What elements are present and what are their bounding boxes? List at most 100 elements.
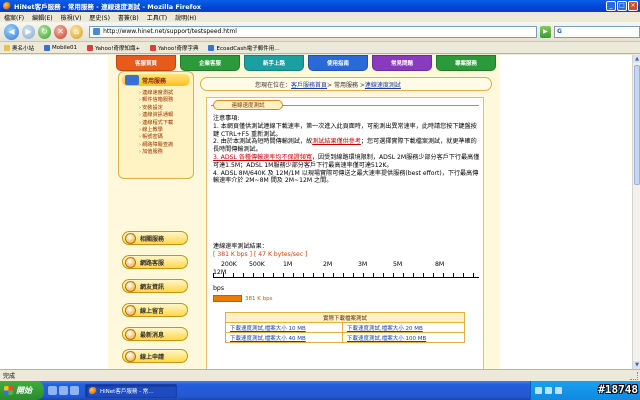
scroll-down-icon[interactable]: ▼ — [633, 361, 640, 369]
forward-icon[interactable]: ▶ — [21, 24, 35, 39]
yahoo-icon — [87, 44, 94, 51]
scale-label: 200K — [221, 261, 237, 268]
scale-tick — [463, 273, 464, 278]
download-link-20mb[interactable]: 下載速度測試,檔案大小 20 MB — [341, 322, 466, 333]
vertical-scrollbar[interactable]: ▲ ▼ — [632, 55, 640, 369]
address-bar[interactable]: http://www.hinet.net/support/testspeed.h… — [89, 25, 537, 38]
note-1: 1. 本網頁僅供測試連線下載速率，第一次進入此頁面時，可能測出異常速率，此時請您… — [213, 122, 477, 138]
bookmark-item[interactable]: Yahoo!奇摩字典 — [150, 44, 198, 52]
quicklaunch-icon[interactable] — [48, 386, 57, 395]
sidebar-button[interactable]: 線上申請 — [122, 349, 188, 363]
top-tab[interactable]: 新手上路 — [244, 55, 304, 71]
yahoo-icon — [150, 44, 157, 51]
top-tab[interactable]: 專案服務 — [436, 55, 496, 71]
breadcrumb-current-link[interactable]: 連線速度測試 — [365, 80, 401, 89]
tray-icon[interactable] — [545, 387, 552, 394]
google-icon: G — [556, 28, 562, 35]
tray-icon[interactable] — [535, 387, 542, 394]
sidebar-button[interactable]: 最新消息 — [122, 327, 188, 341]
stop-icon[interactable]: ✕ — [54, 24, 68, 39]
bookmark-label: Yahoo!奇摩字典 — [158, 45, 199, 52]
menu-file[interactable]: 檔案(F) — [4, 13, 24, 22]
menu-bar: 檔案(F) 編輯(E) 檢視(V) 歷史(S) 書簽(B) 工具(T) 說明(H… — [0, 12, 640, 22]
site-icon — [44, 44, 51, 51]
menu-history[interactable]: 歷史(S) — [89, 13, 110, 22]
back-icon[interactable]: ◀ — [4, 23, 19, 40]
sidebar-item-notice[interactable]: 連線資訊通報 — [139, 112, 193, 119]
sidebar-button[interactable]: 網路客服 — [122, 255, 188, 269]
scale-tick — [223, 273, 224, 278]
sidebar-button-label: 最新消息 — [140, 331, 165, 339]
top-tab[interactable]: 常見問題 — [372, 55, 432, 71]
sidebar-button[interactable]: 線上留言 — [122, 303, 188, 317]
home-icon[interactable]: ⌂ — [70, 24, 84, 39]
scroll-thumb[interactable] — [634, 65, 640, 185]
result-label: 連線速率測試結果： — [213, 243, 268, 250]
speed-bar — [213, 295, 242, 302]
go-button[interactable]: ▶ — [539, 25, 551, 38]
scale-label: 2M — [323, 261, 333, 268]
sidebar-item-download[interactable]: 連線程式下載 — [139, 120, 193, 127]
window-controls: _ □ × — [606, 1, 638, 11]
menu-bookmarks[interactable]: 書簽(B) — [118, 13, 139, 22]
note-2-link[interactable]: 測試結果僅供參考 — [312, 138, 361, 145]
breadcrumb-home-link[interactable]: 客戶服務首頁 — [291, 80, 327, 89]
reload-icon[interactable]: ↻ — [37, 24, 51, 39]
search-input[interactable]: G — [553, 25, 640, 38]
note-3-link[interactable]: 各種傳輸速率均不保證頻寬 — [239, 154, 312, 161]
tray-icon[interactable] — [555, 387, 562, 394]
message-icon — [125, 304, 136, 316]
download-table-header: 實際下載檔案測試 — [225, 312, 465, 323]
sidebar-button[interactable]: 網友資訊 — [122, 279, 188, 293]
bookmark-item[interactable]: Yahoo!奇摩知識+ — [87, 44, 140, 52]
start-button[interactable]: 開始 — [0, 381, 44, 400]
task-label: HiNet客戶服務 - 常… — [100, 388, 154, 395]
speed-bar-label: 381 K bps — [245, 295, 273, 302]
top-tab[interactable]: 企業客服 — [180, 55, 240, 71]
bookmark-item[interactable]: EcoadCash電子郵件用… — [208, 44, 280, 52]
scale-label: 500K — [249, 261, 265, 268]
download-link-100mb[interactable]: 下載速度測試,檔案大小 100 MB — [341, 332, 466, 343]
window-title: HiNet客戶服務 - 常用服務 - 連線速度測試 - Mozilla Fire… — [14, 3, 202, 11]
resize-grip-icon[interactable] — [630, 372, 638, 380]
top-tab[interactable]: 客服首頁 — [116, 55, 176, 71]
scale-tick — [233, 273, 234, 278]
watermark: #18748 — [598, 383, 638, 396]
speed-result: 連線速率測試結果： [ 381 K bps ] [ 47 K bytes/sec… — [213, 243, 307, 259]
download-link-40mb[interactable]: 下載速度測試,檔案大小 40 MB — [225, 332, 343, 343]
maximize-button[interactable]: □ — [617, 1, 627, 11]
menu-view[interactable]: 檢視(V) — [61, 13, 82, 22]
scale-tick — [303, 273, 304, 278]
sidebar-item-account[interactable]: 帳號密碼 — [139, 134, 193, 141]
sidebar-button[interactable]: 相關服務 — [122, 231, 188, 245]
top-tab[interactable]: 使用指南 — [308, 55, 368, 71]
menu-edit[interactable]: 編輯(E) — [32, 13, 52, 22]
download-link-10mb[interactable]: 下載速度測試,檔案大小 10 MB — [225, 322, 343, 333]
bookmark-item[interactable]: Mobile01 — [44, 44, 77, 51]
scroll-up-icon[interactable]: ▲ — [633, 55, 640, 63]
minimize-button[interactable]: _ — [606, 1, 616, 11]
sidebar-button-label: 線上申請 — [140, 353, 165, 361]
site-icon — [208, 44, 215, 51]
title-bar[interactable]: HiNet客戶服務 - 常用服務 - 連線速度測試 - Mozilla Fire… — [0, 0, 640, 12]
sidebar-button-label: 網路客服 — [140, 259, 165, 267]
close-button[interactable]: × — [628, 1, 638, 11]
taskbar-task-firefox[interactable]: HiNet客戶服務 - 常… — [85, 383, 177, 398]
sidebar-item-mail[interactable]: 郵件信箱服務 — [139, 97, 193, 104]
quicklaunch-icon[interactable] — [70, 386, 79, 395]
menu-help[interactable]: 說明(H) — [175, 13, 196, 22]
menu-tools[interactable]: 工具(T) — [147, 13, 167, 22]
common-services-header: 常用服務 — [122, 74, 190, 86]
scale-tick — [433, 273, 434, 278]
sidebar-item-addon[interactable]: 加值服務 — [139, 149, 193, 156]
firefox-icon — [3, 2, 11, 10]
quicklaunch-icon[interactable] — [59, 386, 68, 395]
scale-tick — [373, 273, 374, 278]
page-icon — [93, 28, 101, 35]
bookmark-item[interactable]: 奧名小站 — [4, 44, 34, 52]
scale-label: 1M — [283, 261, 293, 268]
scale-tick — [243, 273, 244, 278]
scale-tick — [283, 273, 284, 278]
notes-block: 注意事項: 1. 本網頁僅供測試連線下載速率，第一次進入此頁面時，可能測出異常速… — [213, 115, 481, 185]
scale-tick — [423, 273, 424, 278]
